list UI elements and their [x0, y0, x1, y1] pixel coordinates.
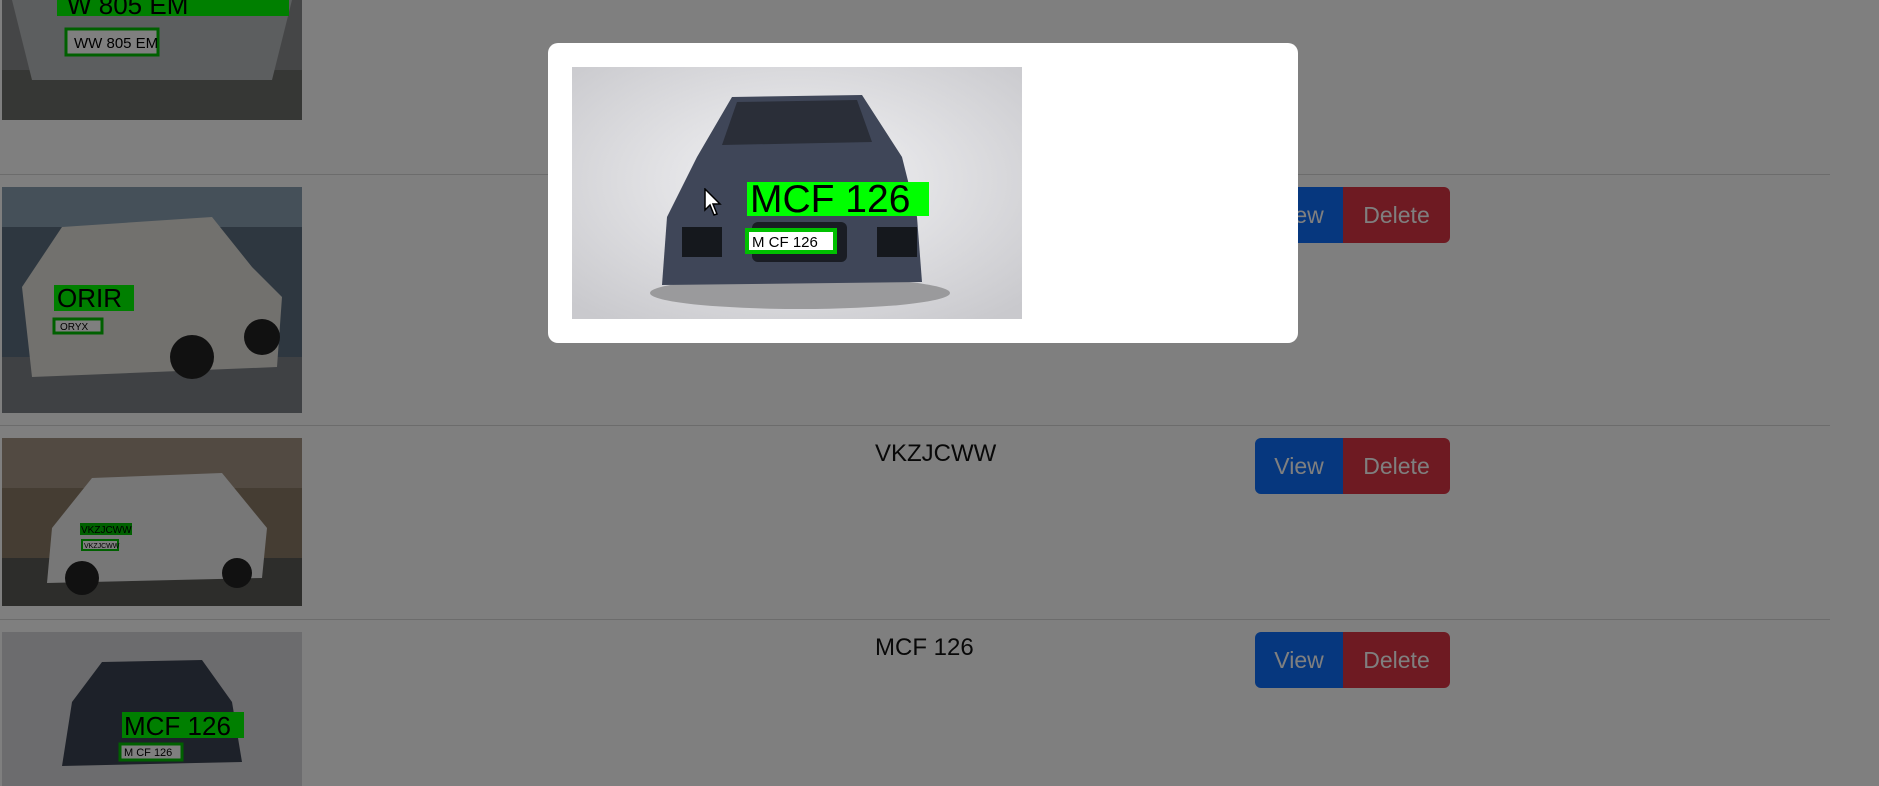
mouse-cursor-icon	[704, 188, 722, 216]
modal-detection-text: MCF 126	[750, 178, 910, 221]
image-preview-modal: MCF 126 M CF 126	[548, 43, 1298, 343]
modal-plate-text: M CF 126	[752, 234, 818, 251]
modal-car-image: MCF 126 M CF 126	[572, 67, 1022, 319]
